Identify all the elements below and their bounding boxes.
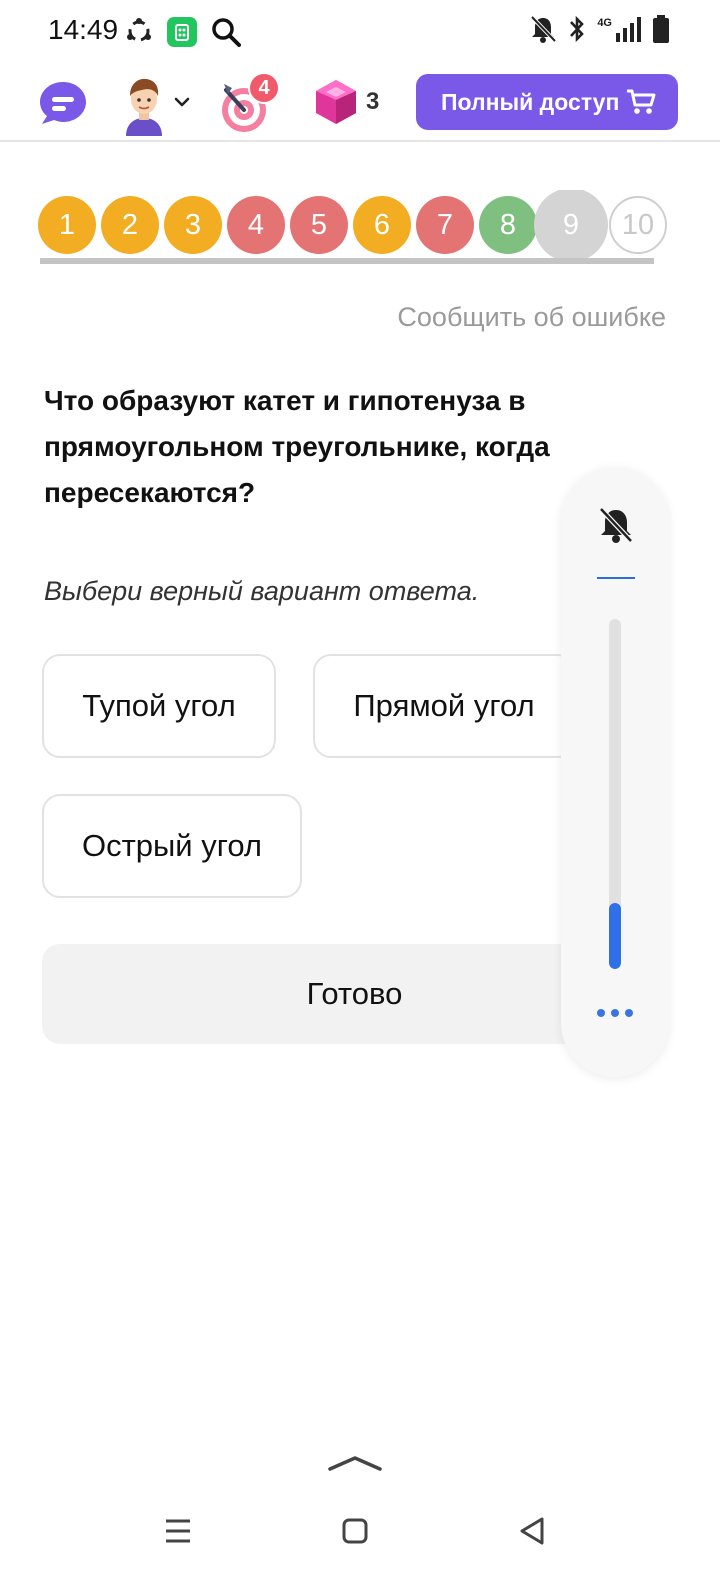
volume-slider[interactable]: [609, 619, 621, 969]
question-number-7[interactable]: 7: [416, 196, 474, 254]
signal-icon: [616, 17, 641, 42]
recent-apps-icon[interactable]: [164, 1518, 192, 1544]
question-nav-scrollbar[interactable]: [40, 258, 654, 264]
question-number-10[interactable]: 10: [609, 196, 667, 254]
volume-slider-fill: [609, 902, 621, 969]
cart-icon: [627, 89, 656, 114]
chevron-down-icon[interactable]: [174, 94, 190, 110]
instruction-text: Выбери верный вариант ответа.: [44, 576, 480, 606]
question-number-3[interactable]: 3: [164, 196, 222, 254]
status-time: 14:49: [48, 14, 119, 45]
bell-off-icon: [530, 15, 557, 43]
question-number-2[interactable]: 2: [101, 196, 159, 254]
question-number-8[interactable]: 8: [479, 196, 537, 254]
full-access-button[interactable]: Полный доступ: [416, 74, 678, 130]
done-label: Готово: [306, 976, 403, 1011]
question-number-6[interactable]: 6: [353, 196, 411, 254]
app-store-icon: [167, 17, 197, 47]
answer-label: Острый угол: [81, 828, 263, 863]
network-4g-icon: 4G: [597, 16, 612, 29]
system-nav-bar: [0, 1500, 720, 1590]
target-badge: 4: [248, 72, 280, 104]
back-icon[interactable]: [518, 1516, 546, 1546]
volume-mute-indicator: [597, 577, 635, 579]
volume-panel: [561, 467, 669, 1077]
question-number-4[interactable]: 4: [227, 196, 285, 254]
full-access-label: Полный доступ: [441, 88, 620, 115]
answer-label: Тупой угол: [82, 688, 236, 723]
question-number-5[interactable]: 5: [290, 196, 348, 254]
sync-icon: [127, 18, 151, 42]
gems-count: 3: [366, 88, 380, 115]
bluetooth-icon: [570, 15, 585, 43]
battery-icon: [653, 15, 669, 43]
search-icon: [212, 18, 241, 47]
question-number-1[interactable]: 1: [38, 196, 96, 254]
chat-bubble-icon[interactable]: [38, 80, 88, 126]
answer-option-obtuse[interactable]: Тупой угол: [42, 654, 276, 758]
status-bar: 14:49 4G: [0, 0, 720, 64]
home-icon[interactable]: [342, 1518, 368, 1544]
app-header: 4 3 Полный доступ: [0, 64, 720, 142]
answer-option-acute[interactable]: Острый угол: [42, 794, 302, 898]
report-error-link[interactable]: Сообщить об ошибке: [397, 302, 666, 333]
bell-off-icon[interactable]: [597, 505, 635, 545]
avatar-icon[interactable]: [118, 74, 170, 136]
answer-option-right[interactable]: Прямой угол: [313, 654, 575, 758]
question-navigation: 1 2 3 4 5 6 7 8 9 10: [38, 190, 670, 266]
swipe-up-icon[interactable]: [328, 1452, 382, 1472]
question-number-9[interactable]: 9: [534, 190, 608, 262]
more-options-icon[interactable]: [597, 1009, 633, 1017]
gem-icon[interactable]: [314, 78, 358, 126]
answer-label: Прямой угол: [353, 688, 535, 723]
question-text: Что образуют катет и гипотенуза в прямоу…: [44, 385, 550, 508]
status-icons-right: 4G: [529, 14, 670, 44]
